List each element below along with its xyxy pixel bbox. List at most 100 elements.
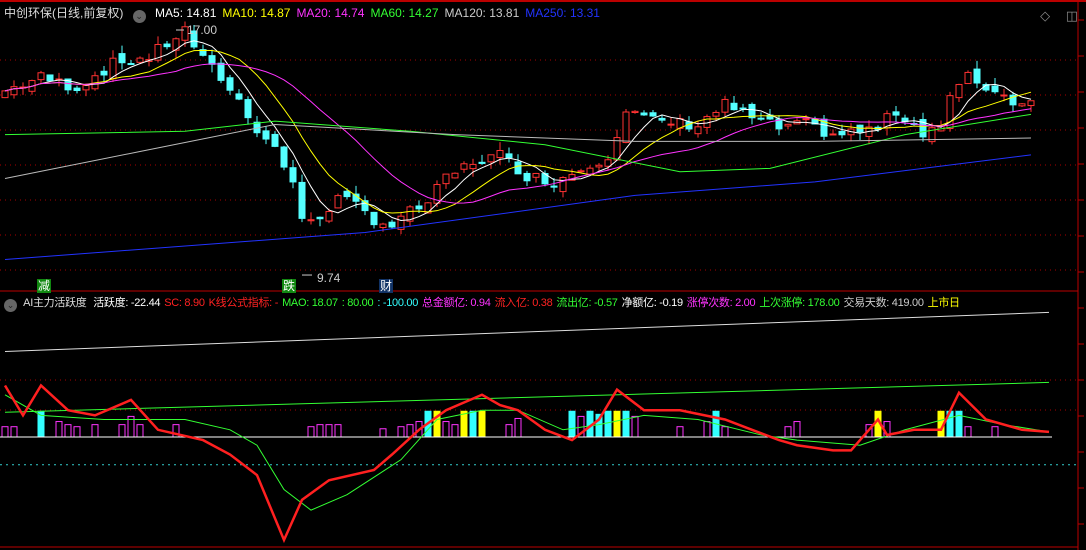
- candle-body: [307, 219, 315, 222]
- candle-body: [577, 170, 585, 173]
- candle-body: [694, 126, 702, 135]
- volume-bar: [118, 424, 126, 438]
- candle-body: [496, 150, 504, 159]
- candle-body: [136, 57, 144, 63]
- candle-body: [379, 223, 387, 229]
- volume-bar: [703, 421, 711, 438]
- candle-body: [514, 161, 522, 175]
- candle-body: [442, 173, 450, 185]
- volume-bar: [991, 426, 999, 438]
- candle-body: [316, 216, 324, 220]
- candle-body: [163, 43, 171, 48]
- volume-bar: [73, 426, 81, 438]
- volume-bar: [55, 421, 63, 438]
- volume-bar: [505, 424, 513, 438]
- volume-bar: [613, 410, 621, 438]
- volume-bar: [91, 424, 99, 438]
- candle-body: [451, 172, 459, 179]
- candle-body: [127, 63, 135, 66]
- volume-bar: [568, 410, 576, 438]
- candle-body: [550, 185, 558, 188]
- marker-cai[interactable]: 财: [379, 279, 394, 293]
- candle-body: [649, 112, 657, 117]
- candle-body: [334, 195, 342, 209]
- candle-body: [505, 153, 513, 159]
- candle-body: [37, 72, 45, 81]
- low-price-label: 9.74: [317, 271, 341, 285]
- candle-body: [973, 68, 981, 84]
- volume-bar: [451, 424, 459, 438]
- volume-bar: [793, 421, 801, 438]
- volume-bar: [307, 426, 315, 438]
- candle-body: [118, 53, 126, 64]
- candle-body: [730, 102, 738, 111]
- candle-body: [388, 221, 396, 228]
- volume-bar: [784, 426, 792, 438]
- candle-body: [415, 205, 423, 210]
- candle-body: [460, 163, 468, 170]
- candle-body: [604, 159, 612, 167]
- candle-body: [271, 133, 279, 147]
- volume-bar: [460, 410, 468, 438]
- volume-bar: [1, 426, 9, 438]
- candle-body: [757, 117, 765, 120]
- ma5-line: [4, 40, 1032, 222]
- candle-body: [640, 112, 648, 116]
- candle-body: [559, 177, 567, 193]
- candle-body: [1, 90, 9, 99]
- candle-body: [667, 123, 675, 126]
- candle-body: [829, 133, 837, 136]
- candle-body: [523, 172, 531, 182]
- candle-body: [532, 172, 540, 178]
- candle-body: [622, 111, 630, 144]
- candle-body: [1027, 100, 1035, 107]
- top-line: [4, 311, 1050, 353]
- candle-body: [217, 62, 225, 81]
- red-line: [3, 383, 1050, 544]
- volume-bar: [325, 424, 333, 438]
- candle-body: [100, 70, 108, 76]
- candle-body: [1018, 103, 1026, 107]
- green-line: [4, 394, 1050, 511]
- candle-body: [298, 181, 306, 219]
- candle-body: [658, 117, 666, 121]
- candle-body: [802, 118, 810, 121]
- candle-body: [289, 167, 297, 183]
- candle-body: [955, 84, 963, 99]
- candle-body: [235, 93, 243, 100]
- candle-body: [892, 111, 900, 116]
- volume-bar: [397, 426, 405, 438]
- volume-bar: [622, 410, 630, 438]
- candle-body: [280, 146, 288, 168]
- high-price-label: 17.00: [187, 23, 218, 37]
- candle-body: [244, 99, 252, 119]
- volume-bar: [478, 410, 486, 438]
- volume-bar: [64, 424, 72, 438]
- volume-bar: [469, 410, 477, 438]
- candle-body: [73, 87, 81, 92]
- kline-chart[interactable]: [0, 0, 1086, 550]
- candle-body: [469, 163, 477, 170]
- candle-body: [343, 190, 351, 198]
- volume-bar: [10, 426, 18, 438]
- volume-bar: [379, 428, 387, 438]
- volume-bar: [136, 424, 144, 438]
- candle-body: [712, 111, 720, 117]
- candle-body: [46, 74, 54, 82]
- upper-line: [4, 381, 1050, 413]
- candle-body: [208, 55, 216, 65]
- candle-body: [478, 161, 486, 164]
- candle-body: [487, 154, 495, 163]
- candle-body: [370, 211, 378, 226]
- candle-body: [82, 85, 90, 91]
- candle-body: [784, 123, 792, 127]
- volume-bar: [676, 426, 684, 438]
- volume-bar: [334, 424, 342, 438]
- candle-body: [226, 77, 234, 91]
- candle-body: [631, 110, 639, 114]
- volume-bar: [442, 421, 450, 438]
- candle-body: [325, 211, 333, 222]
- volume-bar: [514, 417, 522, 438]
- marker-jian[interactable]: 减: [37, 279, 52, 293]
- marker-die[interactable]: 跌: [282, 279, 297, 293]
